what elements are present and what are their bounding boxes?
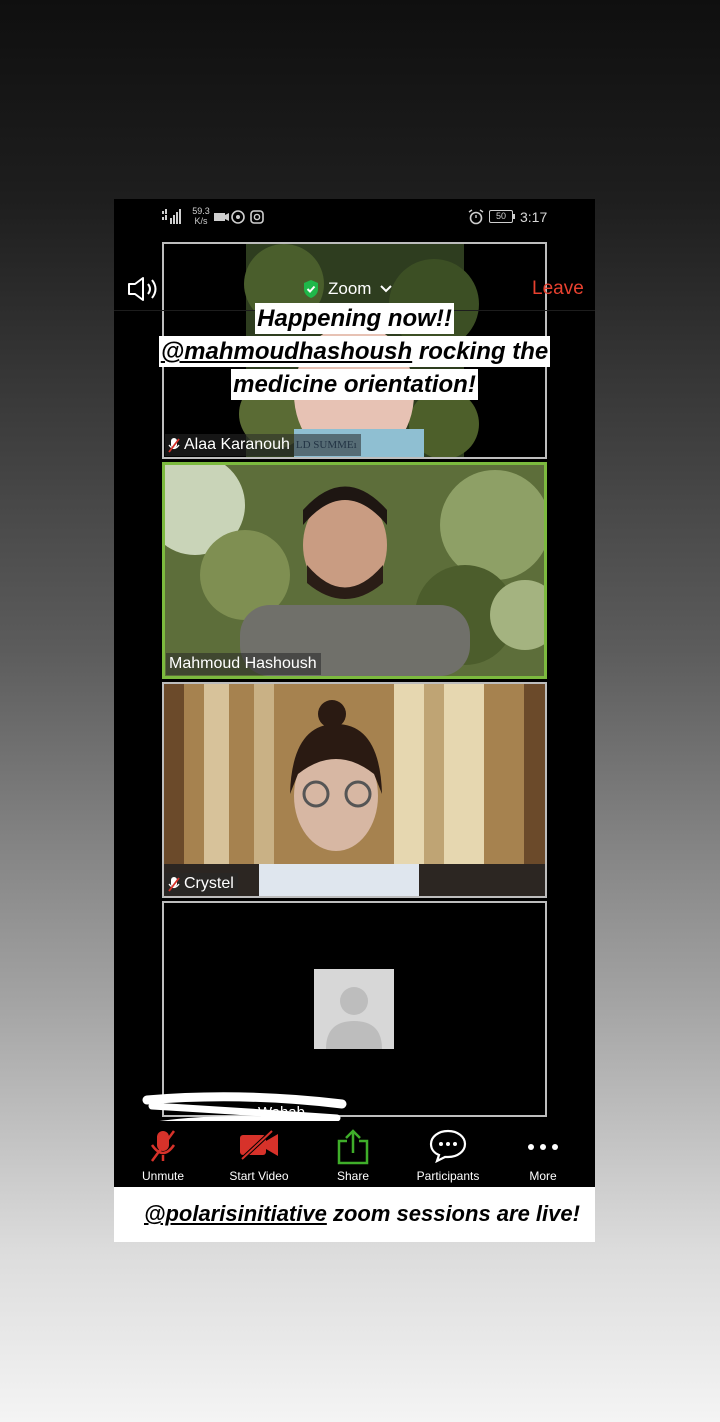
- video-off-icon: [240, 1129, 278, 1161]
- participant-name: Mahmoud Hashoush: [169, 655, 317, 672]
- story-caption: @polarisinitiative zoom sessions are liv…: [144, 1201, 580, 1227]
- start-video-button[interactable]: Start Video: [214, 1121, 304, 1187]
- meeting-app-title: Zoom: [328, 279, 372, 298]
- signal-icon: [162, 209, 181, 224]
- participants-label: Participants: [416, 1169, 480, 1183]
- chat-bubble-icon: [429, 1129, 467, 1163]
- speaker-icon[interactable]: [126, 276, 160, 302]
- overlay-line-1: Happening now!!: [255, 303, 454, 334]
- network-speed-value: 59.3: [192, 206, 210, 216]
- mention-link: @mahmoudhashoush: [160, 338, 413, 365]
- chevron-down-icon: [380, 285, 393, 293]
- caption-text: zoom sessions are live!: [326, 1201, 580, 1226]
- meeting-title-dropdown[interactable]: Zoom: [302, 277, 412, 301]
- share-label: Share: [336, 1169, 370, 1183]
- instagram-icon: [250, 210, 264, 224]
- whatsapp-icon: [231, 210, 245, 224]
- default-avatar-icon: [314, 969, 394, 1049]
- leave-button[interactable]: Leave: [532, 278, 584, 300]
- overlay-line-3: medicine orientation!: [231, 369, 478, 400]
- share-upload-icon: [337, 1129, 369, 1165]
- status-bar: 59.3 K/s 50 3:17: [114, 199, 595, 235]
- overlay-line-2-text: rocking the: [412, 338, 549, 365]
- unmute-label: Unmute: [141, 1169, 185, 1183]
- share-button[interactable]: Share: [308, 1121, 398, 1187]
- network-speed: 59.3 K/s: [190, 206, 212, 226]
- meeting-toolbar: Unmute Start Video Share Participants Mo…: [114, 1121, 595, 1187]
- phone-screen: 59.3 K/s 50 3:17 Alaa Karanouh LD SUMMEı…: [114, 199, 595, 1242]
- battery-level: 50: [489, 210, 513, 223]
- participant-name: Alaa Karanouh: [184, 436, 290, 453]
- overlay-line-2: @mahmoudhashoush rocking the: [158, 336, 551, 367]
- participant-name-tag: Mahmoud Hashoush: [166, 653, 321, 675]
- notification-icons: [214, 210, 264, 224]
- participant-name: Crystel: [184, 875, 234, 892]
- participant-name-tag: Crystel: [165, 873, 238, 895]
- story-overlay-text: Happening now!! @mahmoudhashoush rocking…: [114, 303, 595, 402]
- participant-tile-2-active-speaker[interactable]: Mahmoud Hashoush: [162, 462, 547, 679]
- muted-mic-icon: [168, 876, 180, 892]
- network-speed-unit: K/s: [194, 216, 208, 226]
- more-label: More: [529, 1169, 557, 1183]
- alarm-icon: [468, 209, 484, 225]
- video-notification-icon: [214, 213, 229, 221]
- clock: 3:17: [520, 209, 548, 225]
- muted-mic-icon: [150, 1130, 176, 1162]
- participant-name-tag: Alaa Karanouh LD SUMMEı: [165, 434, 361, 456]
- muted-mic-icon: [168, 437, 180, 453]
- shirt-print: LD SUMMEı: [295, 439, 357, 451]
- unmute-button[interactable]: Unmute: [118, 1121, 208, 1187]
- start-video-label: Start Video: [229, 1169, 289, 1183]
- more-dots-icon: [528, 1144, 558, 1150]
- participant-video: [165, 465, 544, 676]
- participants-button[interactable]: Participants: [403, 1121, 493, 1187]
- participant-tile-3[interactable]: Crystel: [162, 682, 547, 898]
- more-button[interactable]: More: [498, 1121, 588, 1187]
- participant-video: [164, 684, 545, 896]
- battery-tip: [513, 214, 515, 219]
- encryption-shield-icon: [304, 280, 318, 298]
- caption-mention-link: @polarisinitiative: [144, 1201, 327, 1226]
- participant-tile-4-video-off[interactable]: [162, 901, 547, 1117]
- story-caption-box: @polarisinitiative zoom sessions are liv…: [114, 1187, 595, 1242]
